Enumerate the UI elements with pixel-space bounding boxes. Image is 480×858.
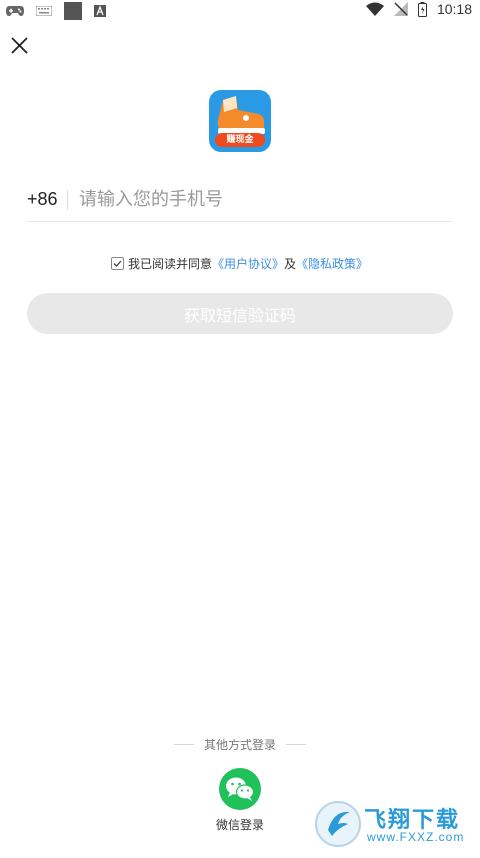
other-login-label: 其他方式登录 bbox=[203, 738, 276, 752]
agreement-row: 我已阅读并同意 《用户协议》 及 《隐私政策》 bbox=[111, 255, 368, 271]
status-left-icons bbox=[6, 2, 106, 20]
keyboard-icon bbox=[36, 6, 52, 16]
battery-icon bbox=[417, 1, 427, 17]
checkmark-icon bbox=[113, 260, 122, 267]
app-logo: 赚现金 bbox=[209, 90, 271, 152]
wechat-login-button[interactable] bbox=[219, 768, 261, 810]
agreement-and: 及 bbox=[284, 256, 297, 271]
agreement-prefix: 我已阅读并同意 bbox=[128, 256, 213, 271]
divider bbox=[67, 189, 68, 210]
wechat-icon bbox=[226, 777, 255, 801]
close-icon bbox=[11, 37, 28, 54]
status-bar: 10:18 bbox=[0, 0, 480, 20]
wifi-icon bbox=[365, 2, 384, 16]
fx-logo-icon bbox=[315, 801, 361, 847]
gamepad-icon bbox=[6, 6, 24, 16]
divider-line-left bbox=[173, 744, 194, 745]
agreement-checkbox[interactable] bbox=[111, 256, 124, 270]
login-screen: 10:18 赚现金 +86 我已阅读并同意 《用户协议》 及 bbox=[0, 0, 480, 858]
other-login-divider: 其他方式登录 bbox=[0, 736, 480, 753]
logo-badge: 赚现金 bbox=[215, 133, 265, 147]
no-signal-icon bbox=[393, 2, 408, 16]
watermark-url: www.FXXZ.com bbox=[367, 830, 465, 844]
watermark: 飞翔下载 www.FXXZ.com bbox=[312, 800, 477, 850]
divider-line-right bbox=[286, 744, 306, 745]
square-icon bbox=[64, 2, 82, 20]
font-icon bbox=[94, 5, 106, 17]
get-code-button[interactable]: 获取短信验证码 bbox=[27, 293, 453, 334]
wechat-login-label: 微信登录 bbox=[215, 818, 264, 832]
privacy-policy-link[interactable]: 《隐私政策》 bbox=[296, 255, 368, 272]
phone-row: +86 bbox=[27, 178, 452, 222]
user-agreement-link[interactable]: 《用户协议》 bbox=[212, 255, 284, 272]
close-button[interactable] bbox=[8, 34, 32, 58]
country-code[interactable]: +86 bbox=[27, 189, 67, 210]
status-time: 10:18 bbox=[436, 1, 472, 17]
phone-input[interactable] bbox=[79, 189, 452, 210]
status-right-icons: 10:18 bbox=[365, 1, 472, 17]
